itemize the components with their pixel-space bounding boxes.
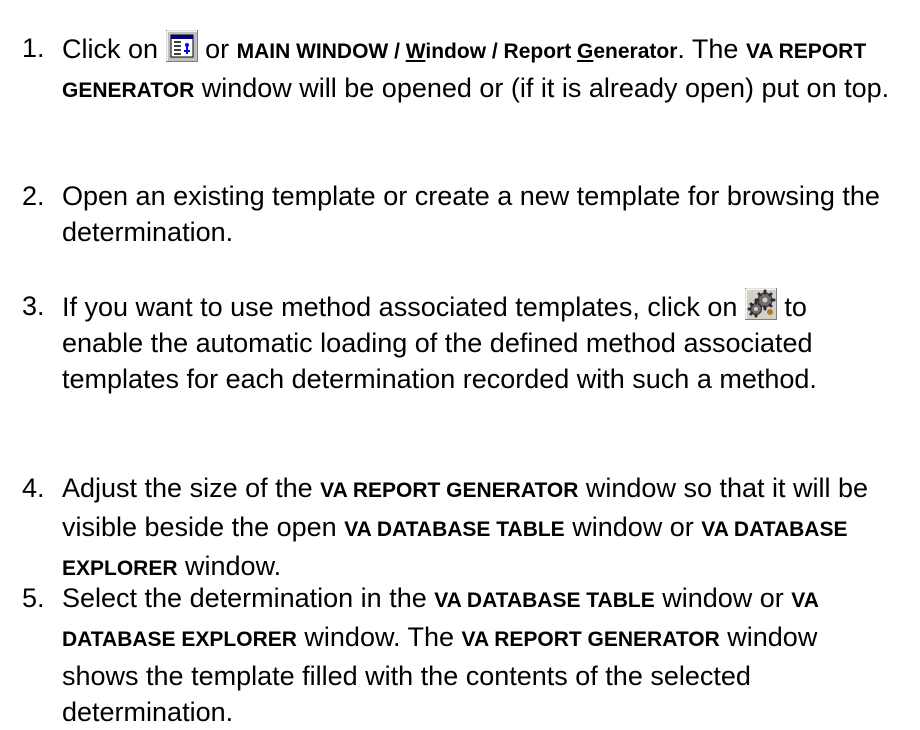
- menu-path: MAIN WINDOW / Window / Report Generator: [236, 40, 678, 63]
- step-text: If you want to use method associated tem…: [62, 288, 892, 397]
- step-text: Adjust the size of the VA REPORT GENERAT…: [62, 473, 869, 581]
- instruction-page: 1. Click on or MAIN WINDOW / Window / Re…: [0, 0, 920, 727]
- window-name: VA REPORT GENERATOR: [461, 628, 720, 651]
- report-generator-icon[interactable]: [165, 30, 198, 62]
- step-5: 5. Select the determination in the VA DA…: [0, 580, 920, 730]
- step-number: 3.: [22, 291, 45, 321]
- method-templates-icon[interactable]: [744, 288, 777, 320]
- window-name: VA REPORT GENERATOR: [320, 479, 579, 502]
- step-text: Open an existing template or create a ne…: [62, 181, 880, 247]
- step-number: 5.: [22, 583, 45, 613]
- step-4: 4. Adjust the size of the VA REPORT GENE…: [0, 470, 920, 587]
- step-number: 4.: [22, 473, 45, 503]
- window-name: VA DATABASE TABLE: [344, 518, 565, 541]
- step-text: Select the determination in the VA DATAB…: [62, 583, 819, 727]
- step-number: 2.: [22, 181, 45, 211]
- step-number: 1.: [22, 33, 45, 63]
- step-2: 2. Open an existing template or create a…: [0, 178, 920, 250]
- step-3: 3. If you want to use method associated …: [0, 288, 920, 397]
- window-name: VA DATABASE TABLE: [434, 589, 655, 612]
- step-text: Click on or MAIN WINDOW / Window / Repor…: [62, 30, 892, 109]
- step-1: 1. Click on or MAIN WINDOW / Window / Re…: [0, 30, 920, 109]
